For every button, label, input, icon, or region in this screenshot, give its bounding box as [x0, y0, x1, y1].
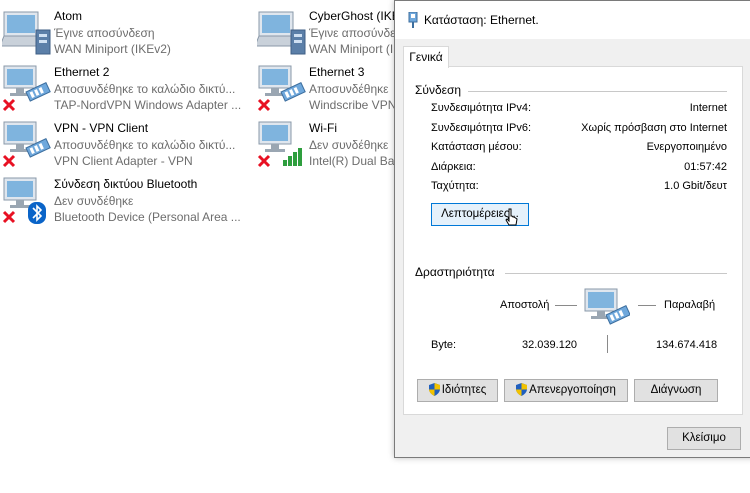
connection-heading: Σύνδεση [415, 83, 462, 97]
adapter-name: VPN - VPN Client [54, 121, 149, 135]
adapter-name: Ethernet 2 [54, 65, 110, 79]
received-line [638, 305, 656, 306]
adapter-status: Δεν συνδέθηκε [54, 194, 134, 208]
row-ipv6: Συνδεσιμότητα IPv6: Χωρίς πρόσβαση στο I… [431, 120, 727, 137]
row-value: Χωρίς πρόσβαση στο Internet [581, 122, 727, 134]
row-label: Διάρκεια: [431, 161, 476, 173]
bytes-received: 134.674.418 [656, 339, 718, 351]
bytes-sent: 32.039.120 [522, 339, 578, 351]
adapter-ethernet-3[interactable]: Ethernet 3 Αποσυνδέθηκε Windscribe VPN [257, 64, 394, 120]
row-speed: Ταχύτητα: 1.0 Gbit/δευτ [431, 178, 727, 195]
properties-label: Ιδιότητες [441, 384, 487, 396]
adapter-device: WAN Miniport (IKEv2) [54, 42, 171, 56]
computer-adapter-icon [2, 11, 51, 55]
row-label: Συνδεσιμότητα IPv6: [431, 122, 532, 134]
ethernet-status-icon [408, 12, 418, 28]
adapter-status: Έγινε αποσύνδεση [309, 26, 394, 40]
bytes-label: Byte: [431, 339, 457, 351]
red-x-icon [2, 98, 16, 112]
connection-divider [468, 91, 727, 92]
close-button[interactable]: Κλείσιμο [667, 427, 741, 450]
adapter-status: Έγινε αποσύνδεση [54, 26, 155, 40]
received-label: Παραλαβή [664, 299, 716, 311]
uac-shield-icon [516, 383, 528, 397]
adapter-status: Δεν συνδέθηκε [309, 138, 389, 152]
adapter-status: Αποσυνδέθηκε το καλώδιο δικτύ... [54, 138, 236, 152]
ethernet-status-dialog: Κατάσταση: Ethernet. Γενικά Σύνδεση Συνδ… [394, 0, 750, 458]
general-panel: Σύνδεση Συνδεσιμότητα IPv4: Internet Συν… [403, 66, 743, 415]
adapter-ethernet-2[interactable]: Ethernet 2 Αποσυνδέθηκε το καλώδιο δικτύ… [2, 64, 242, 120]
network-activity-icon [584, 288, 630, 325]
adapter-device: TAP-NordVPN Windows Adapter ... [54, 98, 242, 112]
bytes-divider [607, 335, 608, 353]
red-x-icon [257, 98, 271, 112]
row-media-state: Κατάσταση μέσου: Ενεργοποιημένο [431, 139, 727, 156]
adapter-name: Σύνδεση δικτύου Bluetooth [54, 177, 198, 191]
row-value: 01:57:42 [684, 161, 727, 173]
computer-adapter-icon [257, 11, 306, 55]
row-ipv4: Συνδεσιμότητα IPv4: Internet [431, 100, 727, 117]
properties-button[interactable]: Ιδιότητες [417, 379, 498, 402]
adapter-status: Αποσυνδέθηκε το καλώδιο δικτύ... [54, 82, 236, 96]
disable-button[interactable]: Απενεργοποίηση [504, 379, 628, 402]
adapter-bluetooth[interactable]: Σύνδεση δικτύου Bluetooth Δεν συνδέθηκε … [2, 176, 242, 232]
mouse-pointer-icon [505, 208, 518, 226]
adapter-wifi[interactable]: Wi-Fi Δεν συνδέθηκε Intel(R) Dual Ban [257, 120, 394, 176]
adapter-device: WAN Miniport (IKE [309, 42, 394, 56]
dialog-title: Κατάσταση: Ethernet. [424, 13, 539, 27]
adapter-device: Bluetooth Device (Personal Area ... [54, 210, 241, 224]
row-duration: Διάρκεια: 01:57:42 [431, 159, 727, 176]
tab-general[interactable]: Γενικά [403, 46, 449, 68]
adapter-device: VPN Client Adapter - VPN [54, 154, 193, 168]
activity-heading: Δραστηριότητα [415, 265, 495, 279]
adapter-name: Wi-Fi [309, 121, 337, 135]
sent-line [555, 305, 577, 306]
red-x-icon [2, 210, 16, 224]
uac-shield-icon [428, 383, 440, 397]
adapter-device: Intel(R) Dual Ban [309, 154, 394, 168]
row-label: Κατάσταση μέσου: [431, 141, 522, 153]
adapter-name: Atom [54, 9, 83, 23]
row-value: Ενεργοποιημένο [646, 141, 727, 153]
red-x-icon [257, 154, 271, 168]
adapter-vpn-client[interactable]: VPN - VPN Client Αποσυνδέθηκε το καλώδιο… [2, 120, 242, 176]
adapter-cyberghost[interactable]: CyberGhost (IKE Έγινε αποσύνδεση WAN Min… [257, 8, 394, 64]
row-value: 1.0 Gbit/δευτ [664, 180, 727, 192]
sent-label: Αποστολή [500, 299, 550, 311]
activity-divider [505, 273, 727, 274]
row-label: Συνδεσιμότητα IPv4: [431, 102, 532, 114]
adapter-device: Windscribe VPN [309, 98, 394, 112]
row-value: Internet [689, 102, 727, 114]
diagnose-button[interactable]: Διάγνωση [634, 379, 718, 402]
adapter-name: CyberGhost (IKE [309, 9, 394, 23]
adapter-status: Αποσυνδέθηκε [309, 82, 389, 96]
dialog-titlebar[interactable]: Κατάσταση: Ethernet. [395, 1, 750, 39]
adapter-name: Ethernet 3 [309, 65, 365, 79]
adapter-atom[interactable]: Atom Έγινε αποσύνδεση WAN Miniport (IKEv… [2, 8, 242, 64]
red-x-icon [2, 154, 16, 168]
row-label: Ταχύτητα: [431, 180, 479, 192]
disable-label: Απενεργοποίηση [529, 384, 616, 396]
